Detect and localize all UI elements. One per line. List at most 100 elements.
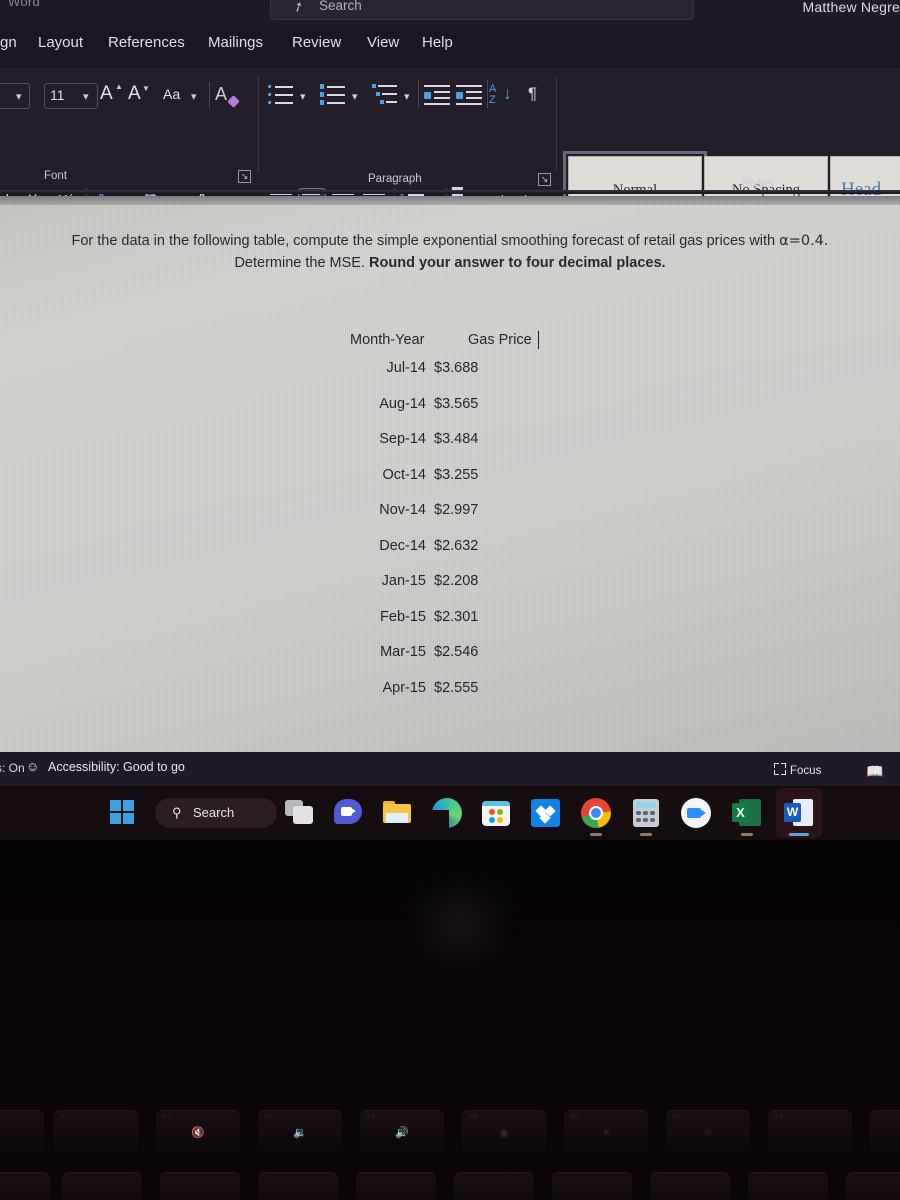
cell-price: $2.555 xyxy=(434,679,479,696)
calculator-icon[interactable] xyxy=(629,796,663,836)
cell-month: Apr-15 xyxy=(382,679,426,696)
cell-price: $2.208 xyxy=(434,573,479,589)
cell-month: Nov-14 xyxy=(379,502,426,518)
clear-formatting-eraser-icon xyxy=(227,95,240,108)
focus-button[interactable]: Focus xyxy=(790,765,821,777)
keyboard-row-function: F F1 🔇 F2 🔉 F3 🔊 F4 ◉ F5 ☀ F6 ☼ F7 xyxy=(0,1110,900,1166)
taskbar-search[interactable]: ⚲ Search xyxy=(155,798,277,828)
dropbox-icon[interactable] xyxy=(529,796,563,830)
increase-indent-icon[interactable] xyxy=(456,85,482,105)
key: F5 ☀ xyxy=(564,1110,648,1158)
key xyxy=(62,1172,142,1200)
key xyxy=(870,1110,900,1158)
zoom-app-icon[interactable] xyxy=(679,796,713,830)
ribbon: ▾ 11 ▾ A ▲ A ▼ Aa ▾ A ab X2 X2 A ▾ ✎ ▾ A… xyxy=(0,68,900,229)
font-group-label: Font xyxy=(44,170,68,182)
google-chrome-icon[interactable] xyxy=(579,796,613,836)
grow-font-button[interactable]: A xyxy=(100,84,113,103)
key xyxy=(0,1172,50,1200)
column-header-price: Gas Price xyxy=(468,332,532,348)
cell-month: Jul-14 xyxy=(386,360,427,376)
grow-font-caret-icon: ▲ xyxy=(115,82,123,91)
word-status-bar: s: On ☺ Accessibility: Good to go Focus … xyxy=(0,752,900,786)
document-page[interactable]: For the data in the following table, com… xyxy=(0,196,900,752)
tab-mailings[interactable]: Mailings xyxy=(208,34,263,51)
shrink-font-button[interactable]: A xyxy=(128,84,141,103)
cell-price: $2.997 xyxy=(434,502,479,518)
prompt-bold: Round your answer to four decimal places… xyxy=(369,255,666,272)
cell-price: $2.301 xyxy=(434,608,479,625)
chat-teams-icon[interactable] xyxy=(332,796,366,830)
paragraph-dialog-launcher[interactable]: ↘ xyxy=(538,173,551,186)
table-row: Mar-15 $2.546 xyxy=(330,644,565,680)
decrease-indent-icon[interactable] xyxy=(424,85,450,105)
divider xyxy=(487,80,488,108)
numbering-icon[interactable] xyxy=(320,84,346,106)
microsoft-excel-icon[interactable]: X xyxy=(730,796,764,836)
microsoft-store-icon[interactable] xyxy=(479,796,513,830)
cell-price: $3.688 xyxy=(434,360,479,376)
file-explorer-icon[interactable] xyxy=(381,796,415,830)
sort-arrow-icon: ↓ xyxy=(503,84,512,103)
key: F1 🔇 xyxy=(156,1110,240,1158)
divider xyxy=(418,80,419,108)
clear-formatting-button[interactable]: A xyxy=(215,85,227,103)
chevron-down-icon[interactable]: ▾ xyxy=(352,90,358,103)
table-row: Dec-14 $2.632 xyxy=(330,538,565,574)
show-formatting-marks-button[interactable]: ¶ xyxy=(528,85,537,102)
chevron-down-icon[interactable]: ▾ xyxy=(300,90,306,103)
cell-month: Aug-14 xyxy=(379,395,426,412)
key xyxy=(258,1172,338,1200)
key xyxy=(454,1172,534,1200)
read-mode-icon[interactable]: 📖 xyxy=(866,763,883,780)
key xyxy=(552,1172,632,1200)
cell-price: $2.546 xyxy=(434,644,479,660)
chevron-down-icon[interactable]: ▾ xyxy=(191,90,197,103)
tab-view[interactable]: View xyxy=(367,34,399,51)
font-name-combo[interactable] xyxy=(0,83,30,109)
font-dialog-launcher[interactable]: ↘ xyxy=(238,170,251,183)
cell-month: Dec-14 xyxy=(379,537,426,554)
windows-taskbar: ⚲ Search X W xyxy=(0,786,900,840)
chevron-down-icon[interactable]: ▾ xyxy=(83,90,89,103)
microsoft-edge-icon[interactable] xyxy=(430,796,464,830)
search-placeholder-label: Search xyxy=(319,0,362,13)
keyboard-glow xyxy=(400,870,520,980)
focus-icon xyxy=(774,763,786,775)
document-canvas[interactable]: For the data in the following table, com… xyxy=(0,196,900,752)
table-row: Oct-14 $3.255 xyxy=(330,467,565,503)
sort-icon[interactable]: AZ xyxy=(489,84,496,106)
shrink-font-caret-icon: ▼ xyxy=(142,84,150,93)
key xyxy=(160,1172,240,1200)
tab-review[interactable]: Review xyxy=(292,34,341,51)
microsoft-word-icon[interactable]: W xyxy=(776,788,822,838)
tab-references[interactable]: References xyxy=(108,34,185,51)
change-case-button[interactable]: Aa xyxy=(163,87,180,101)
accessibility-icon: ☺ xyxy=(26,759,40,774)
paragraph-group-label: Paragraph xyxy=(368,173,422,185)
table-header-row: Month-Year Gas Price xyxy=(330,331,565,360)
start-button[interactable] xyxy=(106,796,140,830)
search-box[interactable]: ➚ Search xyxy=(270,0,694,20)
cell-month: Jan-15 xyxy=(381,573,426,589)
key xyxy=(650,1172,730,1200)
tab-layout[interactable]: Layout xyxy=(38,34,83,51)
status-truncated-label: s: On xyxy=(0,761,25,775)
multilevel-list-icon[interactable] xyxy=(372,84,398,106)
account-name-label: Matthew Negre xyxy=(802,0,900,15)
cell-month: Mar-15 xyxy=(380,644,426,660)
tab-design[interactable]: gn xyxy=(0,34,17,51)
key: F3 🔊 xyxy=(360,1110,444,1158)
tab-help[interactable]: Help xyxy=(422,34,453,51)
laptop-screen: Word ➚ Search Matthew Negre gn Layout Re… xyxy=(0,0,900,840)
cell-month: Feb-15 xyxy=(380,608,426,625)
chevron-down-icon[interactable]: ▾ xyxy=(16,90,22,103)
bullets-icon[interactable] xyxy=(268,84,294,106)
gas-price-table: Month-Year Gas Price Jul-14 $3.688 Aug-1… xyxy=(330,331,565,715)
accessibility-status[interactable]: Accessibility: Good to go xyxy=(48,760,185,774)
chevron-down-icon[interactable]: ▾ xyxy=(404,90,410,103)
cell-price: $3.255 xyxy=(434,466,479,483)
task-view-icon[interactable] xyxy=(283,796,317,830)
table-row: Sep-14 $3.484 xyxy=(330,431,565,467)
font-size-value: 11 xyxy=(50,87,65,103)
